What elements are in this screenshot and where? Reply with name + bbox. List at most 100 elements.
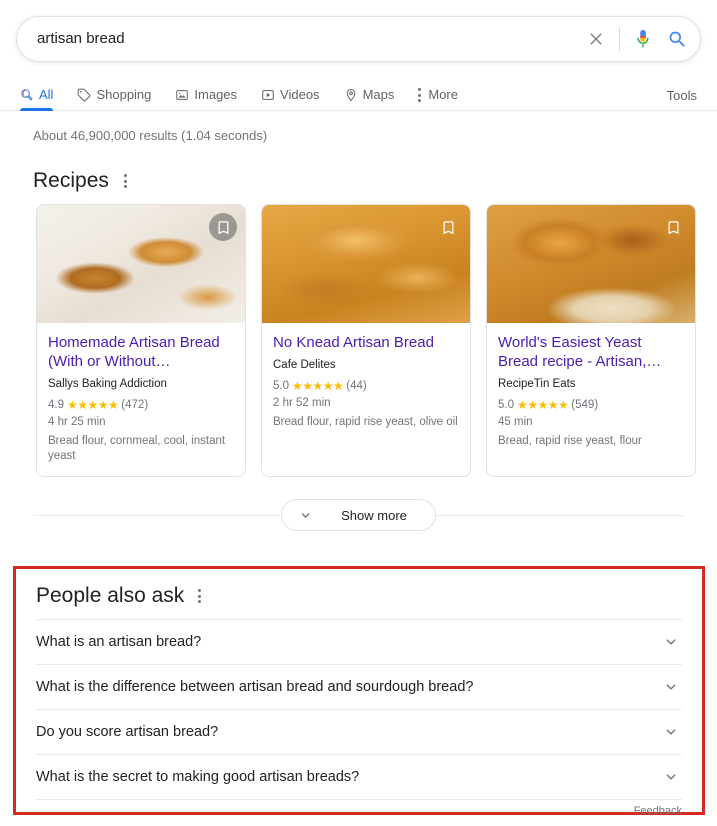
divider-left	[33, 515, 281, 516]
question-text: What is an artisan bread?	[36, 632, 201, 652]
bookmark-icon	[441, 220, 456, 235]
tab-videos-label: Videos	[280, 87, 320, 103]
recipe-image	[487, 205, 695, 323]
recipe-image	[262, 205, 470, 323]
recipe-time: 2 hr 52 min	[273, 395, 459, 411]
bookmark-icon	[666, 220, 681, 235]
search-bar-container	[0, 0, 717, 62]
bookmark-icon	[216, 220, 231, 235]
map-pin-icon	[344, 88, 358, 102]
people-also-ask-highlight-box: People also ask What is an artisan bread…	[13, 566, 705, 815]
bookmark-button[interactable]	[209, 213, 237, 241]
rating-count: (472)	[121, 398, 148, 413]
rating-value: 5.0	[498, 398, 514, 413]
people-also-ask-header: People also ask	[36, 583, 682, 609]
tools-button[interactable]: Tools	[667, 88, 701, 110]
feedback-link[interactable]: Feedback	[634, 804, 682, 818]
divider-right	[436, 515, 684, 516]
recipe-source: RecipeTin Eats	[498, 377, 684, 392]
people-also-ask-item[interactable]: Do you score artisan bread?	[36, 709, 682, 754]
people-also-ask-section: People also ask What is an artisan bread…	[16, 569, 702, 818]
rating-stars: ★★★★★	[67, 398, 118, 413]
recipe-title[interactable]: World's Easiest Yeast Bread recipe - Art…	[498, 333, 684, 371]
chevron-down-icon	[662, 633, 680, 651]
image-icon	[175, 88, 189, 102]
people-also-ask-footer: Feedback	[36, 799, 682, 818]
recipe-card[interactable]: World's Easiest Yeast Bread recipe - Art…	[486, 204, 696, 477]
recipe-title[interactable]: No Knead Artisan Bread	[273, 333, 459, 352]
recipe-ingredients: Bread, rapid rise yeast, flour	[498, 434, 684, 449]
recipe-ingredients: Bread flour, cornmeal, cool, instant yea…	[48, 434, 234, 464]
recipe-cards: Homemade Artisan Bread (With or Without……	[16, 204, 701, 477]
search-divider	[619, 27, 620, 51]
microphone-icon	[632, 28, 654, 50]
recipe-image	[37, 205, 245, 323]
tab-maps[interactable]: Maps	[332, 87, 407, 110]
rating-stars: ★★★★★	[517, 398, 568, 413]
tab-more-label: More	[428, 87, 458, 103]
chevron-down-icon	[298, 508, 313, 523]
question-text: Do you score artisan bread?	[36, 722, 218, 742]
search-input[interactable]	[37, 24, 579, 54]
people-also-ask-options-kebab-icon[interactable]	[193, 585, 206, 607]
people-also-ask-item[interactable]: What is the difference between artisan b…	[36, 664, 682, 709]
tab-more[interactable]: More	[406, 87, 470, 110]
recipe-time: 45 min	[498, 414, 684, 430]
tab-images[interactable]: Images	[163, 87, 249, 110]
rating-stars: ★★★★★	[292, 379, 343, 394]
recipe-card-body: World's Easiest Yeast Bread recipe - Art…	[487, 323, 695, 476]
search-nav-bar: All Shopping Images Videos	[0, 80, 717, 111]
recipes-title: Recipes	[33, 168, 109, 194]
recipe-card[interactable]: No Knead Artisan Bread Cafe Delites 5.0 …	[261, 204, 471, 477]
results-content: About 46,900,000 results (1.04 seconds) …	[0, 128, 717, 531]
bookmark-button[interactable]	[659, 213, 687, 241]
tag-icon	[77, 88, 91, 102]
recipe-rating: 4.9 ★★★★★ (472)	[48, 398, 234, 413]
people-also-ask-title: People also ask	[36, 583, 184, 609]
tab-videos[interactable]: Videos	[249, 87, 332, 110]
search-submit-button[interactable]	[660, 22, 694, 56]
tab-images-label: Images	[194, 87, 237, 103]
recipe-source: Sallys Baking Addiction	[48, 377, 234, 392]
people-also-ask-item[interactable]: What is the secret to making good artisa…	[36, 754, 682, 799]
tab-shopping[interactable]: Shopping	[65, 87, 163, 110]
chevron-down-icon	[662, 678, 680, 696]
bookmark-button[interactable]	[434, 213, 462, 241]
kebab-icon	[418, 88, 423, 102]
recipe-rating: 5.0 ★★★★★ (549)	[498, 398, 684, 413]
recipe-card-body: Homemade Artisan Bread (With or Without……	[37, 323, 245, 476]
people-also-ask-item[interactable]: What is an artisan bread?	[36, 619, 682, 664]
tab-all[interactable]: All	[16, 87, 65, 110]
recipes-options-kebab-icon[interactable]	[119, 170, 132, 192]
clear-search-button[interactable]	[579, 22, 613, 56]
rating-value: 4.9	[48, 398, 64, 413]
recipe-ingredients: Bread flour, rapid rise yeast, olive oil	[273, 415, 459, 430]
show-more-label: Show more	[341, 508, 407, 523]
recipe-source: Cafe Delites	[273, 358, 459, 373]
rating-count: (44)	[346, 379, 366, 394]
recipes-section-header: Recipes	[16, 168, 701, 194]
nav-tabs: All Shopping Images Videos	[16, 87, 667, 110]
recipe-rating: 5.0 ★★★★★ (44)	[273, 379, 459, 394]
question-text: What is the difference between artisan b…	[36, 677, 473, 697]
search-icon	[667, 29, 688, 50]
close-icon	[586, 29, 606, 49]
result-stats: About 46,900,000 results (1.04 seconds)	[16, 128, 701, 144]
video-icon	[261, 88, 275, 102]
recipe-title[interactable]: Homemade Artisan Bread (With or Without…	[48, 333, 234, 371]
chevron-down-icon	[662, 768, 680, 786]
rating-value: 5.0	[273, 379, 289, 394]
show-more-button[interactable]: Show more	[281, 499, 436, 531]
recipe-time: 4 hr 25 min	[48, 414, 234, 430]
tab-all-label: All	[39, 87, 53, 103]
chevron-down-icon	[662, 723, 680, 741]
google-search-icon	[20, 88, 34, 102]
rating-count: (549)	[571, 398, 598, 413]
recipe-card-body: No Knead Artisan Bread Cafe Delites 5.0 …	[262, 323, 470, 476]
search-box[interactable]	[16, 16, 701, 62]
tab-maps-label: Maps	[363, 87, 395, 103]
show-more-row: Show more	[16, 499, 701, 531]
question-text: What is the secret to making good artisa…	[36, 767, 359, 787]
recipe-card[interactable]: Homemade Artisan Bread (With or Without……	[36, 204, 246, 477]
voice-search-button[interactable]	[626, 22, 660, 56]
